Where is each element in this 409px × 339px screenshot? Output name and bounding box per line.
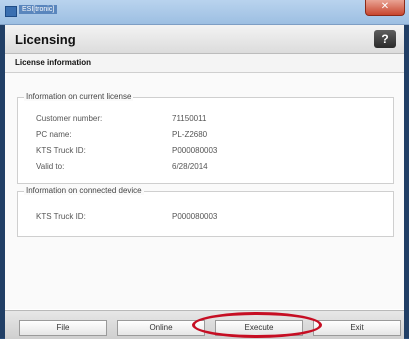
close-button[interactable]: ✕ [365,0,405,16]
file-button[interactable]: File [19,320,107,336]
row-value: PL-Z2680 [172,130,208,139]
help-button[interactable]: ? [374,30,396,48]
window-title: ESI[tronic] [19,5,58,14]
title-bar: ESI[tronic] ✕ [0,0,409,25]
row-value: P000080003 [172,212,218,221]
close-icon: ✕ [380,1,390,12]
execute-highlight-ellipse [192,312,322,338]
row-label: KTS Truck ID: [36,146,86,155]
row-label: Valid to: [36,162,65,171]
help-icon: ? [381,32,389,46]
connected-device-group: Information on connected device KTS Truc… [17,186,394,237]
row-label: KTS Truck ID: [36,212,86,221]
row-value: 6/28/2014 [172,162,208,171]
app-icon [5,6,17,17]
row-value: P000080003 [172,146,218,155]
row-label: Customer number: [36,114,103,123]
licensing-window: ESI[tronic] ✕ Licensing ? License inform… [0,0,409,339]
exit-button[interactable]: Exit [313,320,401,336]
current-license-group-title: Information on current license [24,92,134,101]
connected-device-group-title: Information on connected device [24,186,144,195]
section-title: License information [15,58,92,67]
section-header: License information [5,54,404,73]
page-header: Licensing ? [5,25,404,54]
current-license-group: Information on current license Customer … [17,92,394,184]
content-area: Information on current license Customer … [5,73,404,309]
row-value: 71150011 [172,114,207,123]
row-label: PC name: [36,130,72,139]
page-title: Licensing [15,32,76,47]
right-window-edge [404,25,409,338]
